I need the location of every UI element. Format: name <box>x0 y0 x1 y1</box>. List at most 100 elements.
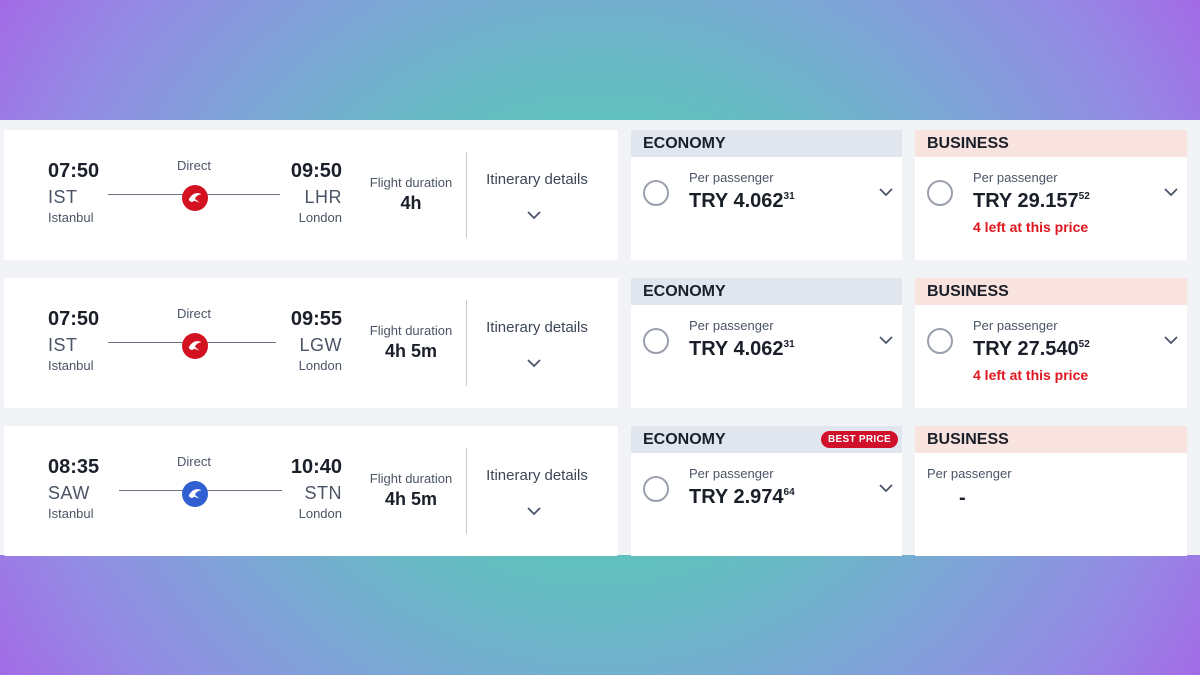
flight-results-panel: 07:50 IST Istanbul Direct 09:50 LHR Lond… <box>0 120 1200 556</box>
price-cents: 52 <box>1078 191 1090 202</box>
economy-radio[interactable] <box>643 180 669 206</box>
business-fare-option[interactable]: BUSINESS Per passenger TRY 27.54052 4 le… <box>915 278 1187 408</box>
price-amount: 4.062 <box>733 190 784 212</box>
price-amount: 27.540 <box>1017 338 1079 360</box>
divider <box>466 300 467 386</box>
flight-row: 08:35 SAW Istanbul Direct 10:40 STN Lond… <box>0 426 1200 556</box>
price-cents: 52 <box>1078 339 1090 350</box>
flight-duration-value: 4h 5m <box>384 489 438 509</box>
economy-header: ECONOMY <box>631 130 902 157</box>
per-passenger-label: Per passenger <box>927 466 1012 481</box>
price-cents: 31 <box>783 339 795 350</box>
per-passenger-label: Per passenger <box>973 318 1058 333</box>
business-label: BUSINESS <box>927 283 1009 300</box>
price-amount: 29.157 <box>1017 190 1079 212</box>
price-amount: 2.974 <box>733 486 784 508</box>
business-fare-option[interactable]: BUSINESS Per passenger TRY 29.15752 4 le… <box>915 130 1187 260</box>
flight-row: 07:50 IST Istanbul Direct 09:50 LHR Lond… <box>0 130 1200 260</box>
business-header: BUSINESS <box>915 130 1187 157</box>
itinerary-details-link[interactable]: Itinerary details <box>476 319 598 336</box>
arrival-airport-code: STN <box>304 483 342 503</box>
economy-fare-option[interactable]: ECONOMY Per passenger TRY 4.06231 <box>631 278 902 408</box>
chevron-down-icon[interactable] <box>1163 334 1179 346</box>
economy-radio[interactable] <box>643 328 669 354</box>
flight-duration-label: Flight duration <box>369 323 453 338</box>
flight-card[interactable]: 08:35 SAW Istanbul Direct 10:40 STN Lond… <box>4 426 618 556</box>
stops-label: Direct <box>177 158 211 173</box>
departure-airport-code: IST <box>48 335 78 355</box>
per-passenger-label: Per passenger <box>689 318 774 333</box>
chevron-down-icon[interactable] <box>878 482 894 494</box>
business-radio[interactable] <box>927 180 953 206</box>
per-passenger-label: Per passenger <box>973 170 1058 185</box>
ajet-logo-icon <box>182 481 208 507</box>
economy-price: TRY 4.06231 <box>689 190 795 213</box>
economy-fare-option[interactable]: ECONOMY BEST PRICE Per passenger TRY 2.9… <box>631 426 902 556</box>
stops-label: Direct <box>177 454 211 469</box>
currency: TRY <box>689 338 728 360</box>
business-price: TRY 27.54052 <box>973 338 1090 361</box>
economy-header: ECONOMY BEST PRICE <box>631 426 902 453</box>
arrival-city: London <box>298 210 342 225</box>
arrival-time: 09:55 <box>290 308 342 330</box>
chevron-down-icon[interactable] <box>526 505 542 517</box>
flight-duration-value: 4h 5m <box>384 341 438 361</box>
business-radio[interactable] <box>927 328 953 354</box>
itinerary-details-link[interactable]: Itinerary details <box>476 467 598 484</box>
stops-label: Direct <box>177 306 211 321</box>
chevron-down-icon[interactable] <box>878 186 894 198</box>
price-cents: 31 <box>783 191 795 202</box>
chevron-down-icon[interactable] <box>526 357 542 369</box>
arrival-time: 09:50 <box>290 160 342 182</box>
economy-header: ECONOMY <box>631 278 902 305</box>
flight-card[interactable]: 07:50 IST Istanbul Direct 09:50 LHR Lond… <box>4 130 618 260</box>
business-price: TRY 29.15752 <box>973 190 1090 213</box>
price-cents: 64 <box>783 487 795 498</box>
economy-label: ECONOMY <box>643 431 726 448</box>
economy-radio[interactable] <box>643 476 669 502</box>
chevron-down-icon[interactable] <box>878 334 894 346</box>
itinerary-details-link[interactable]: Itinerary details <box>476 171 598 188</box>
currency: TRY <box>973 190 1012 212</box>
arrival-city: London <box>298 506 342 521</box>
flight-duration-label: Flight duration <box>369 471 453 486</box>
arrival-time: 10:40 <box>290 456 342 478</box>
arrival-airport-code: LHR <box>304 187 342 207</box>
currency: TRY <box>689 190 728 212</box>
departure-time: 07:50 <box>48 308 100 330</box>
departure-city: Istanbul <box>48 358 94 373</box>
chevron-down-icon[interactable] <box>526 209 542 221</box>
economy-fare-option[interactable]: ECONOMY Per passenger TRY 4.06231 <box>631 130 902 260</box>
per-passenger-label: Per passenger <box>689 466 774 481</box>
business-header: BUSINESS <box>915 278 1187 305</box>
departure-city: Istanbul <box>48 506 94 521</box>
arrival-airport-code: LGW <box>299 335 342 355</box>
turkish-airlines-logo-icon <box>182 333 208 359</box>
departure-airport-code: SAW <box>48 483 90 503</box>
departure-time: 08:35 <box>48 456 100 478</box>
business-label: BUSINESS <box>927 431 1009 448</box>
departure-airport-code: IST <box>48 187 78 207</box>
no-fare-value: - <box>959 487 966 509</box>
economy-price: TRY 2.97464 <box>689 486 795 509</box>
currency: TRY <box>973 338 1012 360</box>
departure-city: Istanbul <box>48 210 94 225</box>
business-label: BUSINESS <box>927 135 1009 152</box>
chevron-down-icon[interactable] <box>1163 186 1179 198</box>
price-amount: 4.062 <box>733 338 784 360</box>
departure-time: 07:50 <box>48 160 100 182</box>
divider <box>466 152 467 238</box>
economy-price: TRY 4.06231 <box>689 338 795 361</box>
economy-label: ECONOMY <box>643 135 726 152</box>
turkish-airlines-logo-icon <box>182 185 208 211</box>
best-price-badge: BEST PRICE <box>820 431 898 448</box>
flight-duration-value: 4h <box>400 193 422 213</box>
per-passenger-label: Per passenger <box>689 170 774 185</box>
flight-card[interactable]: 07:50 IST Istanbul Direct 09:55 LGW Lond… <box>4 278 618 408</box>
flight-duration-label: Flight duration <box>369 175 453 190</box>
seats-left-warning: 4 left at this price <box>973 219 1089 235</box>
arrival-city: London <box>298 358 342 373</box>
divider <box>466 448 467 534</box>
economy-label: ECONOMY <box>643 283 726 300</box>
business-header: BUSINESS <box>915 426 1187 453</box>
